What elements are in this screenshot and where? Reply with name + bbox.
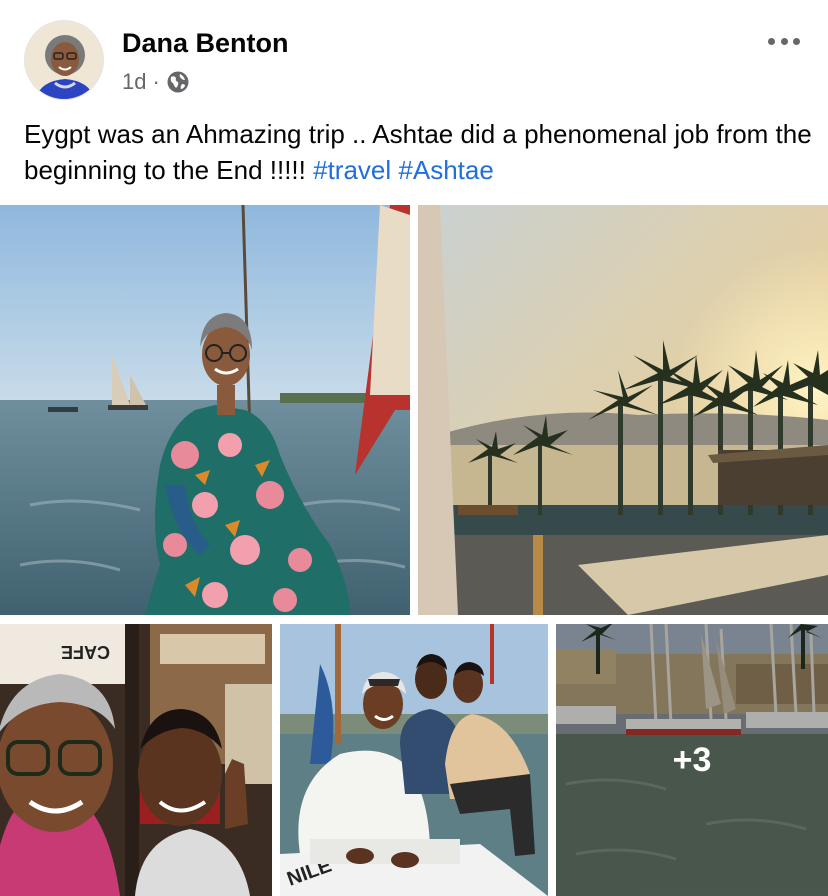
post-timestamp[interactable]: 1d [122,69,146,95]
more-photos-count: +3 [672,740,712,779]
globe-icon [167,71,189,93]
author-avatar[interactable] [24,20,104,100]
cafe-sign-text: CAFE [61,642,110,662]
photo-group-boat[interactable]: NILE [280,624,548,896]
more-dot [793,37,800,45]
photo-felucca-portrait[interactable] [0,205,410,615]
author-name[interactable]: Dana Benton [122,28,289,59]
more-options-icon[interactable] [764,28,804,54]
hashtag-ashtae[interactable]: #Ashtae [398,155,493,185]
post-text: Eygpt was an Ahmazing trip .. Ashtae did… [24,116,814,188]
photo-cafe-selfie[interactable]: CAFE [0,624,272,896]
post-header: Dana Benton 1d · [0,0,828,110]
hashtag-travel[interactable]: #travel [313,155,391,185]
photo-feluccas-more[interactable]: +3 [556,624,828,896]
meta-separator: · [152,69,160,94]
more-dot [768,37,775,45]
post-meta: 1d · [122,68,190,96]
photo-sunset-palms[interactable] [418,205,828,615]
more-dot [780,37,788,45]
more-photos-overlay[interactable]: +3 [556,624,828,896]
